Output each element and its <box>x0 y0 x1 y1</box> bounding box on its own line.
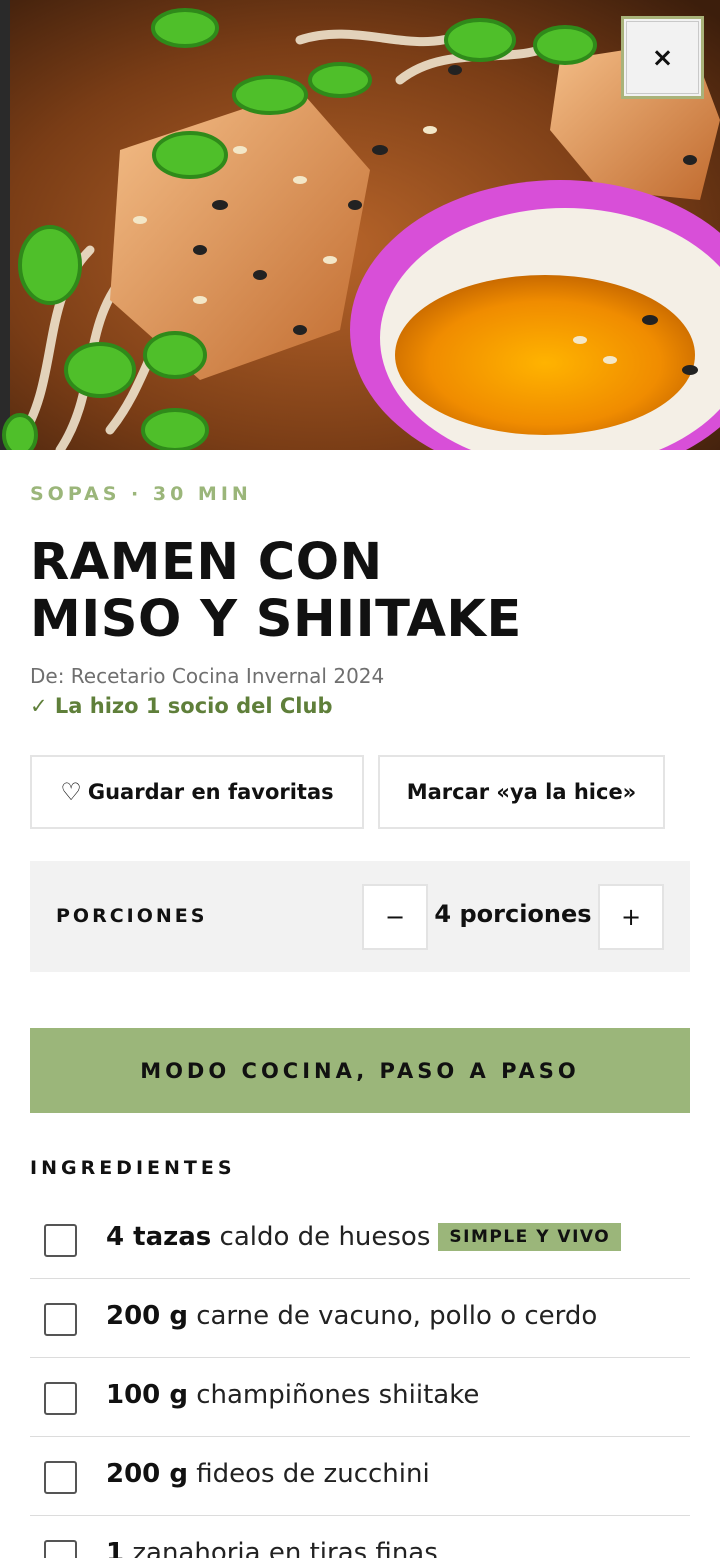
ingredient-item: 200 g fideos de zucchini <box>30 1437 690 1516</box>
ingredient-item: 100 g champiñones shiitake <box>30 1358 690 1437</box>
ingredient-name: caldo de huesos <box>211 1222 431 1252</box>
heart-icon: ♡ <box>60 778 82 806</box>
ingredient-quantity: 200 g <box>106 1301 188 1331</box>
recipe-title-line2: MISO Y SHIITAKE <box>30 590 522 649</box>
ingredient-badge: SIMPLE Y VIVO <box>438 1223 622 1251</box>
ramen-photo <box>0 0 720 450</box>
ingredient-text: 200 g carne de vacuno, pollo o cerdo <box>106 1301 597 1331</box>
ingredient-quantity: 100 g <box>106 1380 188 1410</box>
ingredient-text: 200 g fideos de zucchini <box>106 1459 430 1489</box>
ingredient-quantity: 4 tazas <box>106 1222 212 1252</box>
save-favorite-label: Guardar en favoritas <box>87 780 334 804</box>
ingredient-name: fideos de zucchini <box>187 1459 430 1489</box>
ingredients-list: 4 tazas caldo de huesos SIMPLE Y VIVO 200… <box>30 1200 690 1558</box>
ingredient-name: carne de vacuno, pollo o cerdo <box>187 1301 598 1331</box>
ingredient-checkbox[interactable] <box>44 1540 77 1558</box>
ingredient-item: 4 tazas caldo de huesos SIMPLE Y VIVO <box>30 1200 690 1279</box>
ingredient-checkbox[interactable] <box>44 1303 77 1336</box>
close-button[interactable]: × <box>621 16 704 99</box>
ingredient-text: 100 g champiñones shiitake <box>106 1380 479 1410</box>
recipe-title: RAMEN CON MISO Y SHIITAKE <box>30 534 690 648</box>
close-icon: × <box>651 42 674 73</box>
servings-label: PORCIONES <box>56 905 208 927</box>
ingredient-checkbox[interactable] <box>44 1461 77 1494</box>
mark-made-label: Marcar «ya la hice» <box>406 780 637 804</box>
plus-icon: + <box>620 903 642 931</box>
mark-made-button[interactable]: Marcar «ya la hice» <box>378 755 665 829</box>
ingredients-heading: INGREDIENTES <box>30 1157 236 1179</box>
recipe-source: De: Recetario Cocina Invernal 2024 <box>30 664 385 688</box>
ingredient-checkbox[interactable] <box>44 1224 77 1257</box>
recipe-hero-image: × <box>0 0 720 450</box>
ingredient-checkbox[interactable] <box>44 1382 77 1415</box>
decrease-servings-button[interactable]: − <box>362 884 428 950</box>
ingredient-text: 4 tazas caldo de huesos SIMPLE Y VIVO <box>106 1222 622 1252</box>
ingredient-item: 200 g carne de vacuno, pollo o cerdo <box>30 1279 690 1358</box>
ingredient-text: 1 zanahoria en tiras finas <box>106 1538 438 1558</box>
save-favorite-button[interactable]: ♡ Guardar en favoritas <box>30 755 364 829</box>
recipe-title-line1: RAMEN CON <box>30 533 383 592</box>
made-by-count: ✓ La hizo 1 socio del Club <box>30 694 333 718</box>
ingredient-item: 1 zanahoria en tiras finas <box>30 1516 690 1558</box>
cook-mode-button[interactable]: MODO COCINA, PASO A PASO <box>30 1028 690 1113</box>
recipe-meta: SOPAS · 30 MIN <box>30 483 252 505</box>
cook-mode-label: MODO COCINA, PASO A PASO <box>140 1058 580 1083</box>
ingredient-name: champiñones shiitake <box>187 1380 480 1410</box>
ingredient-quantity: 1 <box>106 1538 125 1558</box>
increase-servings-button[interactable]: + <box>598 884 664 950</box>
ingredient-quantity: 200 g <box>106 1459 188 1489</box>
servings-panel: PORCIONES − 4 porciones + <box>30 861 690 972</box>
ingredient-name: zanahoria en tiras finas <box>124 1538 438 1558</box>
minus-icon: − <box>384 903 406 931</box>
servings-value: 4 porciones <box>434 900 592 928</box>
